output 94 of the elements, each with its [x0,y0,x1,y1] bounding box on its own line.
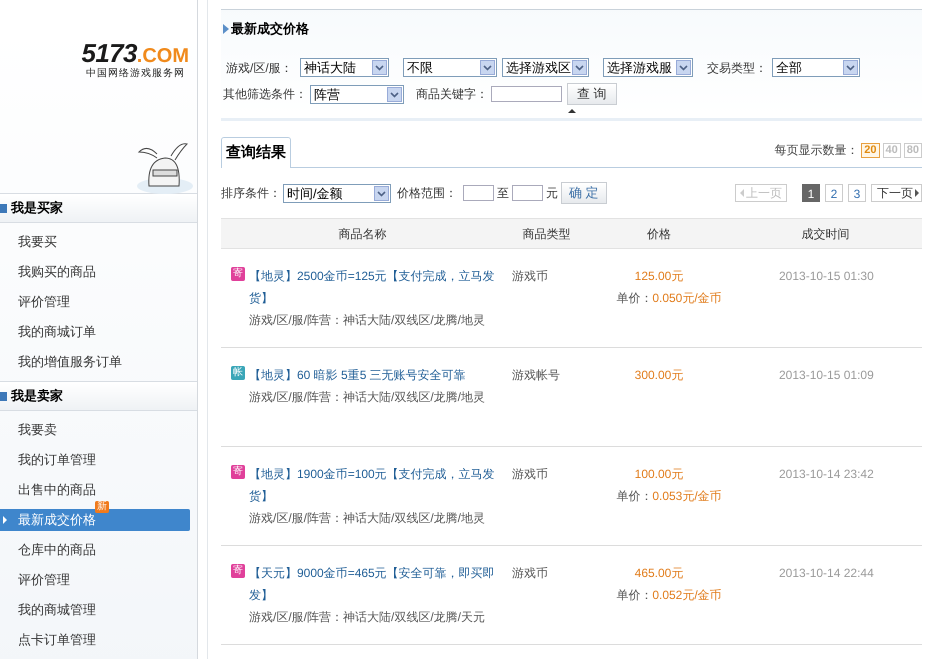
triangle-icon [223,24,229,34]
arrow-icon [3,516,7,524]
unit-price: 0.050元/金币 [652,291,722,305]
listing-price: 465.00元 [634,565,684,582]
filter-label: 游戏/区/服： [226,60,294,76]
sidebar-item[interactable]: 评价管理 [0,569,190,591]
listing-tag: 寄 [231,564,245,578]
collapse-icon [0,204,7,212]
logo-domain: .COM [136,46,189,66]
unit-price-label: 单价： [616,489,652,503]
page-number[interactable]: 2 [825,184,843,202]
mascot-drawing [135,142,195,194]
caret-icon [387,86,402,102]
listing-tag: 寄 [231,267,245,281]
dropdown[interactable]: 选择游戏区 [502,58,589,77]
sidebar-item[interactable]: 我的商城订单 [0,321,190,343]
listing-location: 游戏/区/服/阵营：神话大陆/双线区/龙腾/地灵 [249,312,486,329]
page-number[interactable]: 3 [848,184,866,202]
sidebar-item[interactable]: 评价管理 [0,291,190,313]
logo[interactable]: 5173.COM 中国网络游戏服务网 [82,40,189,81]
dropdown[interactable]: 神话大陆 [300,58,389,77]
sidebar-item[interactable]: 我的增值服务订单 [0,351,190,373]
listing-title-link[interactable]: 【天元】9000金币=465元【安全可靠，即买即发】 [249,562,501,606]
caret-icon [676,60,691,75]
listing-location: 游戏/区/服/阵营：神话大陆/双线区/龙腾/天元 [249,609,486,626]
unit-price: 0.052元/金币 [652,588,722,602]
price-range-label: 价格范围： [397,185,457,202]
dropdown[interactable]: 不限 [403,58,497,77]
sidebar-item[interactable]: 我的商城管理 [0,599,190,621]
dropdown[interactable]: 时间/金额 [283,184,391,202]
sidebar-item[interactable]: 最新成交价格 [0,509,190,531]
filter-label: 其他筛选条件： [223,86,308,103]
listing-price: 100.00元 [634,466,684,483]
listing-type: 游戏帐号 [511,367,561,384]
page-title: 最新成交价格 [231,20,309,38]
collapse-icon [0,392,7,400]
listing-type: 游戏币 [511,565,549,582]
range-to-label: 至 [497,185,509,202]
new-badge: 新 [95,501,109,513]
deal-time: 2013-10-15 01:30 [778,268,875,285]
listing-title-link[interactable]: 【地灵】1900金币=100元【支付完成，立马发货】 [249,463,501,507]
dropdown[interactable]: 选择游戏服 [603,58,693,77]
listing-price: 125.00元 [634,268,684,285]
logo-number: 5173 [82,40,137,66]
listing-title-link[interactable]: 【地灵】2500金币=125元【支付完成，立马发货】 [249,265,501,309]
listing-tag: 帐 [231,366,245,380]
listing-type: 游戏币 [511,466,549,483]
column-header: 成交时间 [800,226,850,242]
listing-location: 游戏/区/服/阵营：神话大陆/双线区/龙腾/地灵 [249,510,486,527]
currency-label: 元 [546,185,558,202]
unit-price-label: 单价： [616,588,652,602]
collapse-arrow-icon[interactable] [568,109,576,113]
caret-icon [572,60,587,75]
next-page-button[interactable]: 下一页 [871,184,922,202]
sidebar-item[interactable]: 我购买的商品 [0,261,190,283]
caret-icon [843,60,858,75]
confirm-button[interactable]: 确 定 [561,182,607,204]
sidebar-item[interactable]: 仓库中的商品 [0,539,190,561]
dropdown[interactable]: 阵营 [310,84,404,104]
column-header: 商品类型 [522,226,572,242]
dropdown[interactable]: 全部 [772,58,860,77]
logo-tagline: 中国网络游戏服务网 [86,66,185,81]
listing-title-link[interactable]: 【地灵】60 暗影 5重5 三无账号安全可靠 [249,364,501,386]
keyword-input[interactable] [491,86,562,102]
listing-price: 300.00元 [634,367,684,384]
deal-time: 2013-10-14 22:44 [778,565,875,582]
sidebar-item[interactable]: 我要卖 [0,419,190,441]
sidebar-item[interactable]: 我的订单管理 [0,449,190,471]
caret-icon [480,60,495,75]
max-price-input[interactable] [512,185,543,201]
caret-icon [374,186,389,200]
sort-label: 排序条件： [221,185,281,202]
deal-time: 2013-10-15 01:09 [778,367,875,384]
section-header[interactable]: 我是买家 [0,193,197,223]
search-button[interactable]: 查 询 [567,83,617,105]
per-page-label: 每页显示数量： [774,142,858,159]
page-number[interactable]: 1 [802,184,820,202]
column-header: 价格 [646,226,672,242]
listing-location: 游戏/区/服/阵营：神话大陆/双线区/龙腾/地灵 [249,389,486,406]
sidebar-item[interactable]: 点卡订单管理 [0,629,190,651]
section-header[interactable]: 我是卖家 [0,381,197,411]
results-tab[interactable]: 查询结果 [221,137,291,168]
column-header: 商品名称 [338,226,388,242]
listing-tag: 寄 [231,465,245,479]
deal-time: 2013-10-14 23:42 [778,466,875,483]
min-price-input[interactable] [463,185,494,201]
sidebar-item[interactable]: 出售中的商品 [0,479,190,501]
listing-type: 游戏币 [511,268,549,285]
filter-label: 交易类型： [707,60,767,76]
filter-label: 商品关键字： [416,86,488,103]
caret-icon [372,60,387,75]
sidebar-item[interactable]: 我要买 [0,231,190,253]
unit-price-label: 单价： [616,291,652,305]
unit-price: 0.053元/金币 [652,489,722,503]
